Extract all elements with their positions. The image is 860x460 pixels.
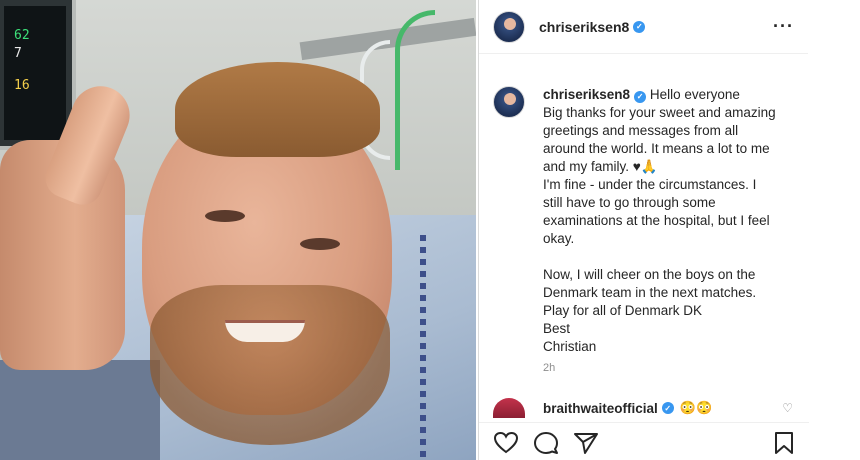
hair: [175, 62, 380, 157]
hospital-gown: [0, 360, 160, 460]
left-eye: [205, 210, 245, 222]
verified-badge-icon: ✓: [633, 20, 646, 33]
post-side-panel: chriseriksen8 ✓ ··· chriseriksen8 ✓ Hello…: [478, 0, 809, 460]
caption-line: Big thanks for your sweet and amazing: [543, 105, 776, 120]
post-header: chriseriksen8 ✓ ···: [479, 0, 808, 54]
caption-line: Hello everyone: [649, 87, 740, 102]
post-timestamp[interactable]: 2h: [543, 362, 555, 374]
monitor-reading-3: 16: [14, 78, 30, 93]
caption-line: Now, I will cheer on the boys on the: [543, 267, 756, 282]
comment-like-icon[interactable]: ♡: [782, 401, 793, 415]
monitor-screen: 62 7 16: [4, 6, 66, 140]
caption-text: chriseriksen8 ✓ Hello everyone Big thanks…: [543, 86, 776, 356]
pillow-stripe: [420, 235, 426, 460]
caption-line: and my family. ♥🙏: [543, 159, 658, 174]
commenter-username[interactable]: braithwaiteofficial: [543, 401, 658, 416]
caption-line: Play for all of Denmark DK: [543, 303, 703, 318]
verified-badge-icon: ✓: [661, 402, 674, 414]
comment-bubble-icon[interactable]: [533, 431, 559, 455]
comment-text: 😳😳: [679, 400, 713, 415]
save-bookmark-icon[interactable]: [773, 431, 795, 455]
like-heart-icon[interactable]: [493, 431, 519, 455]
caption-line: Best: [543, 321, 571, 336]
monitor-reading-heart-rate: 62: [14, 28, 30, 43]
commenter-avatar[interactable]: [493, 398, 525, 418]
caption-line: okay.: [543, 231, 575, 246]
post-actions-bar: [479, 422, 809, 460]
verified-badge-icon: ✓: [634, 91, 647, 103]
caption-username[interactable]: chriseriksen8: [543, 87, 630, 102]
caption-avatar[interactable]: [493, 86, 525, 118]
caption-line: greetings and messages from all: [543, 123, 739, 138]
caption-line: Denmark team in the next matches.: [543, 285, 757, 300]
oxygen-hose: [395, 10, 435, 170]
caption-line: still have to go through some: [543, 195, 716, 210]
caption-line: around the world. It means a lot to me: [543, 141, 770, 156]
caption-line: Christian: [543, 339, 597, 354]
comment-row: braithwaiteofficial ✓ 😳😳 ♡: [493, 398, 793, 418]
post-caption: chriseriksen8 ✓ Hello everyone Big thanks…: [493, 86, 793, 356]
right-eye: [300, 238, 340, 250]
smile: [225, 320, 305, 342]
caption-line: examinations at the hospital, but I feel: [543, 213, 770, 228]
caption-line: I'm fine - under the circumstances. I: [543, 177, 757, 192]
post-username[interactable]: chriseriksen8: [539, 19, 629, 35]
post-photo[interactable]: 62 7 16: [0, 0, 476, 460]
monitor-reading-2: 7: [14, 46, 22, 61]
avatar[interactable]: [493, 10, 525, 43]
more-options-icon[interactable]: ···: [773, 16, 794, 37]
beard: [150, 285, 390, 445]
share-paper-plane-icon[interactable]: [573, 431, 599, 455]
